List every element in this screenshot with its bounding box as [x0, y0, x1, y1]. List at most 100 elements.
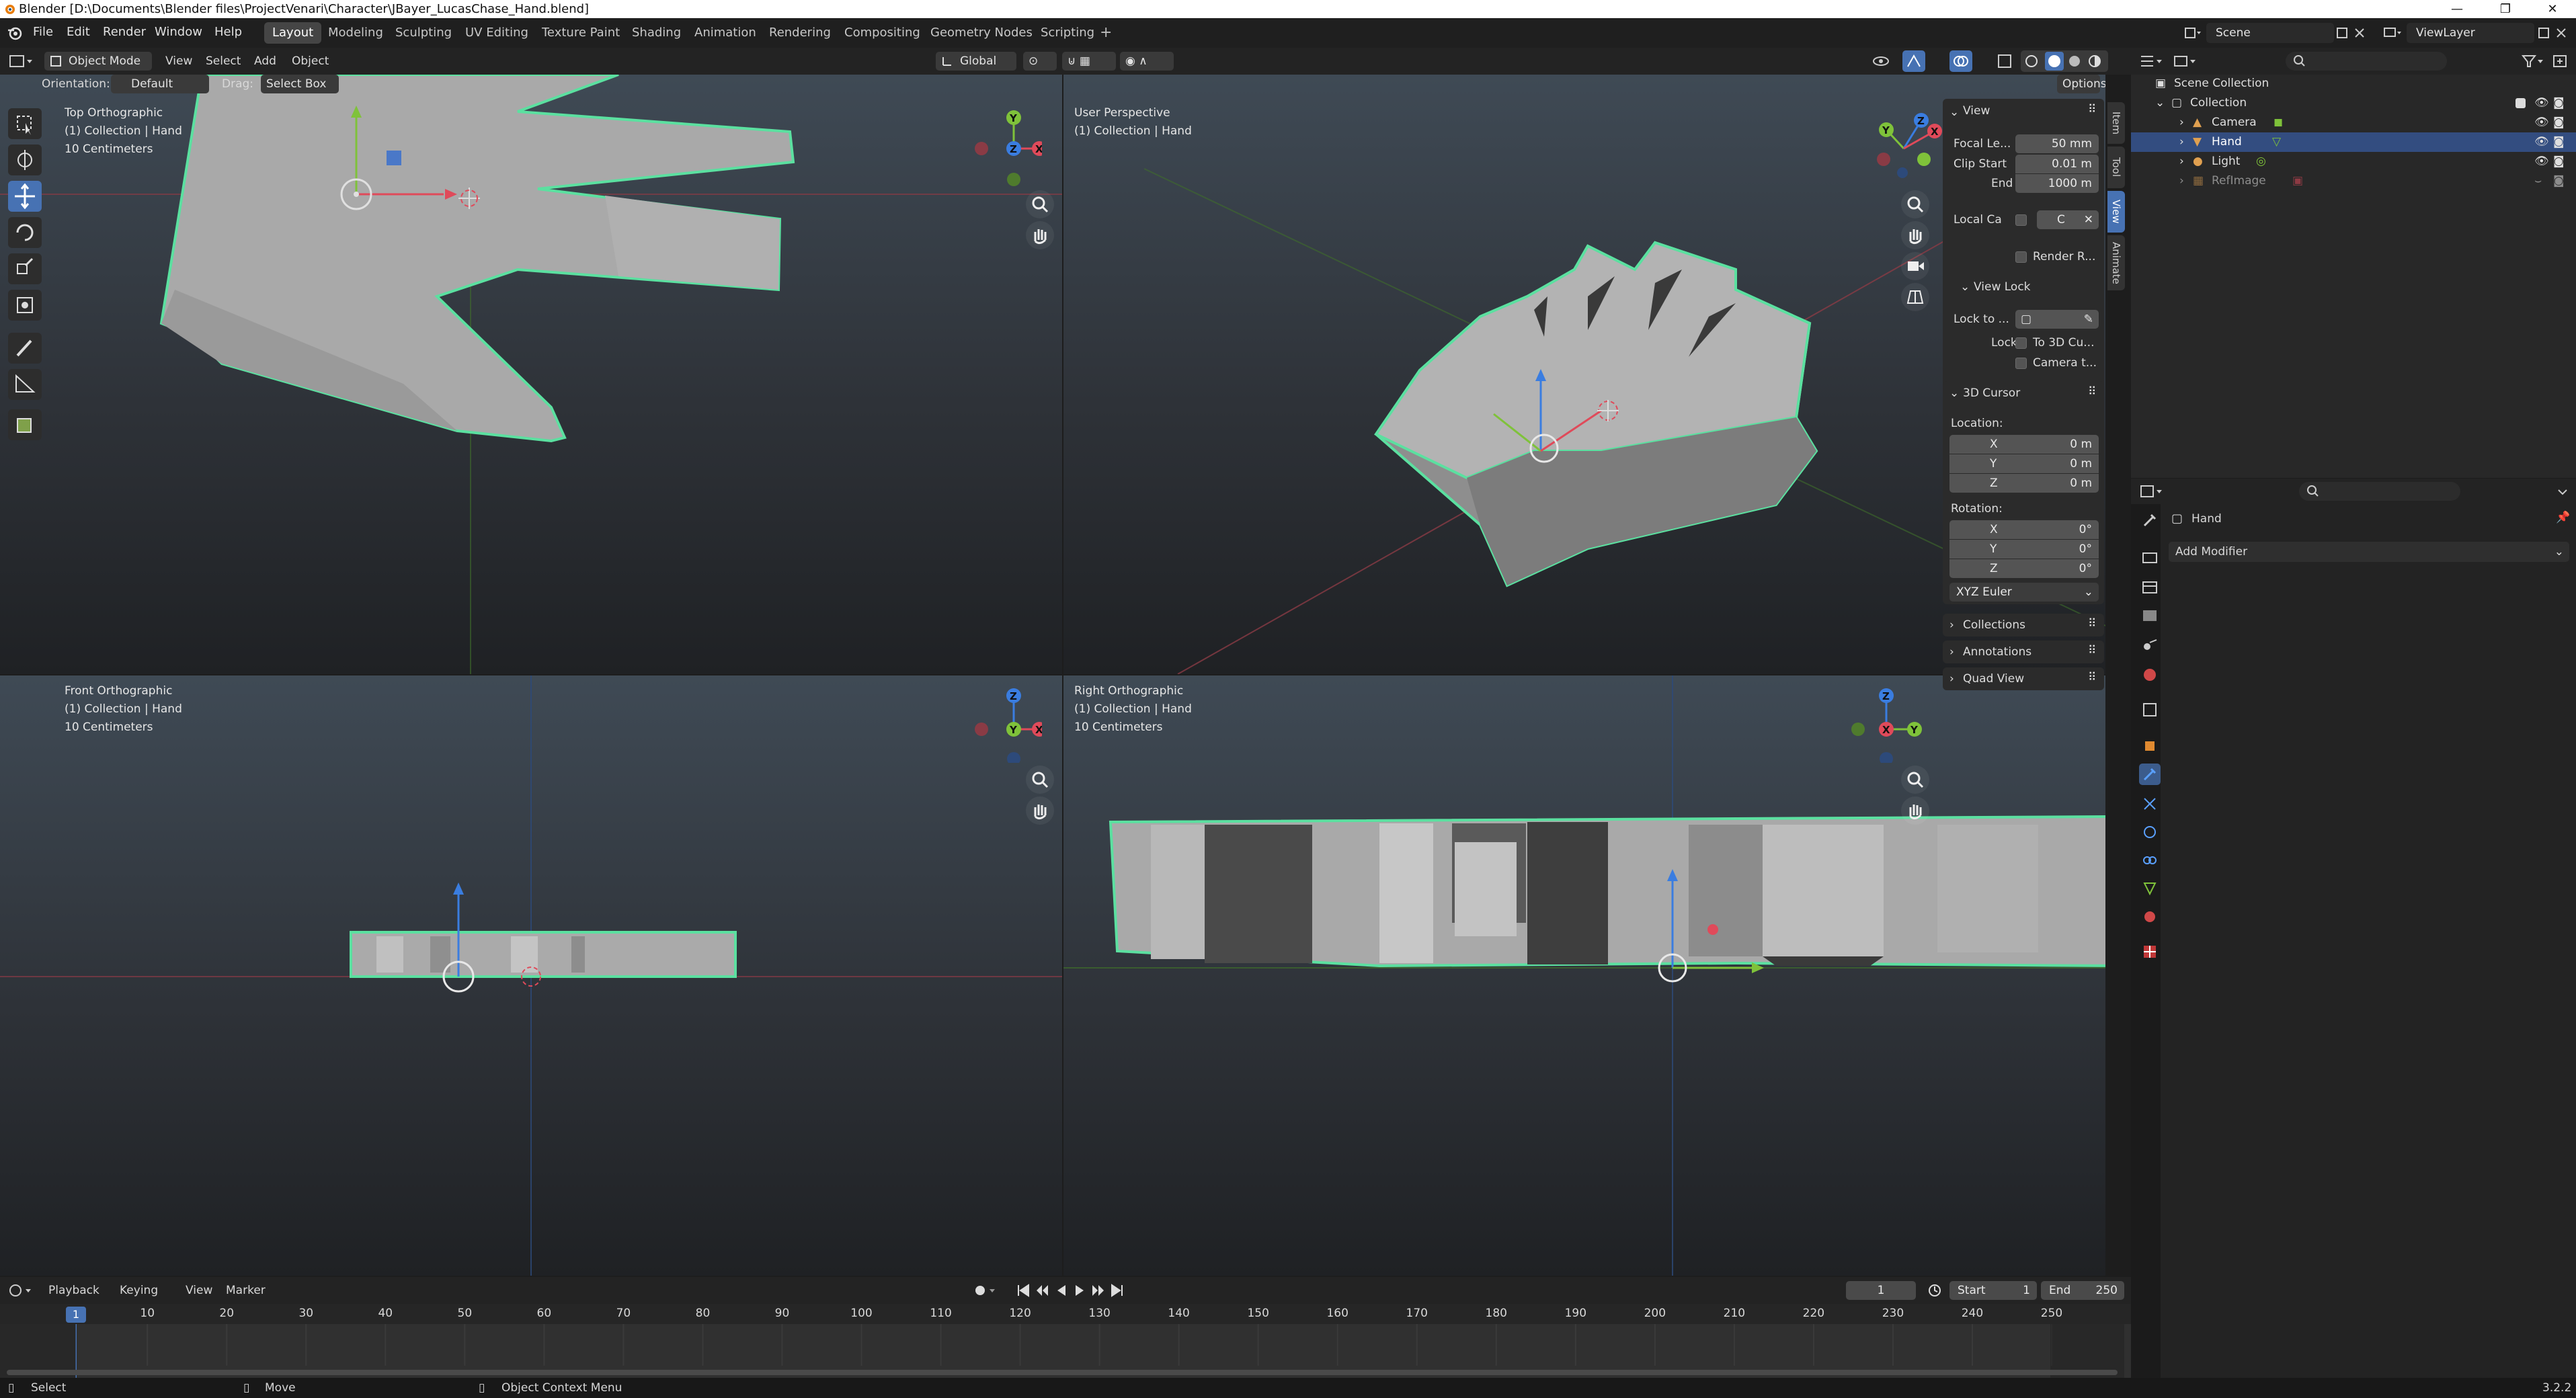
cursor-ry-field[interactable]: Y 0°	[1949, 540, 2099, 559]
pan-hand-icon[interactable]	[1026, 796, 1054, 825]
outliner-row-collection[interactable]: ⌄ ▢ Collection 👁 ◙	[2131, 93, 2576, 113]
menu-marker[interactable]: Marker	[226, 1284, 266, 1297]
expand-arrow-icon[interactable]: ›	[2179, 171, 2184, 191]
tool-select-box[interactable]	[8, 108, 42, 139]
wireframe-shading-icon[interactable]	[2025, 54, 2038, 68]
end-frame-field[interactable]: End 250	[2041, 1281, 2124, 1300]
nav-gizmo-front[interactable]: Z Y X	[961, 682, 1042, 763]
material-properties-tab-icon[interactable]	[2139, 906, 2161, 928]
tab-sculpting[interactable]: Sculpting	[387, 22, 460, 44]
tab-geometry-nodes[interactable]: Geometry Nodes	[922, 22, 1041, 44]
minimize-button[interactable]: —	[2433, 0, 2481, 18]
properties-search-input[interactable]	[2299, 482, 2460, 501]
options-dropdown[interactable]: Options	[2057, 75, 2105, 93]
scene-browse-icon[interactable]	[2335, 26, 2349, 40]
nav-gizmo-user[interactable]: Y Z X	[1857, 108, 1944, 189]
tab-scripting[interactable]: Scripting	[1033, 22, 1102, 44]
menu-view[interactable]: View	[165, 54, 192, 68]
solid-shading-icon[interactable]	[2045, 52, 2064, 71]
view-layer-remove-icon[interactable]	[2554, 26, 2568, 40]
outliner-row-refimage[interactable]: › ▦ RefImage ▣ ⌣ ◙	[2131, 171, 2576, 191]
jump-keyframe-back-icon[interactable]	[1034, 1282, 1050, 1299]
local-camera-checkbox[interactable]	[2015, 214, 2027, 226]
nav-gizmo-top[interactable]: Y Z X	[961, 108, 1042, 189]
view-panel-header[interactable]: View	[1963, 104, 1990, 118]
close-window-button[interactable]: ✕	[2529, 0, 2576, 18]
tool-properties-tab-icon[interactable]	[2139, 509, 2161, 531]
tool-cursor[interactable]	[8, 145, 42, 175]
rendered-shading-icon[interactable]	[2088, 54, 2101, 68]
3d-cursor-header[interactable]: 3D Cursor	[1963, 386, 2020, 400]
view-layer-properties-tab-icon[interactable]	[2139, 605, 2161, 626]
camera-view-icon[interactable]	[1901, 252, 1929, 280]
tool-move[interactable]	[8, 181, 42, 212]
jump-end-icon[interactable]	[1109, 1282, 1125, 1299]
scene-icon[interactable]	[2183, 25, 2204, 41]
play-icon[interactable]	[1072, 1282, 1088, 1299]
quad-view-panel[interactable]: › Quad View ⠿	[1943, 667, 2104, 690]
texture-properties-tab-icon[interactable]	[2139, 941, 2161, 962]
zoom-icon[interactable]	[1026, 190, 1054, 218]
clear-icon[interactable]: ✕	[2084, 210, 2093, 229]
drag-handle-icon[interactable]: ⠿	[2088, 644, 2096, 657]
menu-edit[interactable]: Edit	[67, 25, 90, 39]
exclude-checkbox[interactable]	[2515, 98, 2526, 108]
tab-view[interactable]: View	[2107, 191, 2125, 233]
xray-toggle-icon[interactable]	[1997, 53, 2015, 69]
cursor-z-field[interactable]: Z 0 m	[1949, 474, 2099, 493]
tool-rotate[interactable]	[8, 217, 42, 248]
nav-gizmo-right[interactable]: Z X Y	[1850, 682, 1944, 763]
outliner-row-light[interactable]: › ● Light ◎ 👁 ◙	[2131, 152, 2576, 171]
menu-keying[interactable]: Keying	[120, 1284, 158, 1297]
menu-file[interactable]: File	[33, 25, 53, 39]
render-camera-icon[interactable]: ◙	[2553, 93, 2565, 113]
tool-annotate[interactable]	[8, 333, 42, 364]
modifier-properties-tab-icon[interactable]	[2139, 764, 2161, 785]
cursor-x-field[interactable]: X 0 m	[1949, 435, 2099, 454]
snap-toggle[interactable]: ⊍ ▦	[1062, 52, 1116, 71]
outliner-row-hand[interactable]: › ▼ Hand ▽ 👁 ◙	[2131, 132, 2576, 152]
drag-handle-icon[interactable]: ⠿	[2088, 385, 2096, 399]
tool-scale[interactable]	[8, 253, 42, 284]
view-lock-header[interactable]: View Lock	[1974, 280, 2031, 294]
visibility-eye-icon[interactable]: 👁	[2534, 113, 2549, 132]
menu-select[interactable]: Select	[206, 54, 241, 68]
tab-rendering[interactable]: Rendering	[761, 22, 839, 44]
drag-handle-icon[interactable]: ⠿	[2088, 671, 2096, 684]
zoom-icon[interactable]	[1901, 766, 1929, 794]
blender-menu-icon[interactable]	[7, 25, 23, 41]
expand-arrow-icon[interactable]: ›	[2179, 152, 2184, 171]
tab-compositing[interactable]: Compositing	[836, 22, 928, 44]
drag-handle-icon[interactable]: ⠿	[2088, 103, 2096, 116]
proportional-edit-toggle[interactable]: ◉ ∧	[1120, 52, 1174, 71]
zoom-icon[interactable]	[1901, 190, 1929, 218]
orientation-dropdown[interactable]: Default	[111, 75, 209, 93]
annotations-panel[interactable]: › Annotations ⠿	[1943, 641, 2104, 663]
collections-panel[interactable]: › Collections ⠿	[1943, 614, 2104, 636]
focal-length-field[interactable]: 50 mm	[2015, 134, 2099, 153]
material-shading-icon[interactable]	[2068, 54, 2081, 68]
render-camera-icon[interactable]: ◙	[2553, 132, 2565, 152]
pan-hand-icon[interactable]	[1901, 796, 1929, 825]
constraints-properties-tab-icon[interactable]	[2139, 850, 2161, 871]
filter-icon[interactable]	[2521, 53, 2545, 69]
menu-playback[interactable]: Playback	[48, 1284, 99, 1297]
auto-keying-icon[interactable]	[972, 1282, 999, 1299]
render-camera-icon[interactable]: ◙	[2553, 171, 2565, 191]
hand-mesh-top[interactable]	[159, 75, 795, 443]
world-properties-tab-icon[interactable]	[2139, 664, 2161, 686]
outliner-row-scene-collection[interactable]: ▣ Scene Collection	[2131, 74, 2576, 93]
render-camera-icon[interactable]: ◙	[2553, 152, 2565, 171]
menu-view[interactable]: View	[186, 1284, 212, 1297]
visibility-eye-icon[interactable]: 👁	[2534, 132, 2549, 152]
preview-range-clock-icon[interactable]	[1927, 1282, 1943, 1299]
chevron-down-icon[interactable]	[2556, 483, 2569, 499]
expand-arrow-icon[interactable]: ›	[2179, 132, 2184, 152]
clip-start-field[interactable]: 0.01 m	[2015, 155, 2099, 173]
add-workspace-button[interactable]: +	[1100, 24, 1112, 41]
display-mode-icon[interactable]	[2173, 53, 2200, 69]
menu-add[interactable]: Add	[254, 54, 276, 68]
object-properties-tab-icon[interactable]	[2139, 735, 2161, 757]
tab-animation[interactable]: Animation	[686, 22, 764, 44]
drag-dropdown[interactable]: Select Box	[261, 75, 339, 93]
